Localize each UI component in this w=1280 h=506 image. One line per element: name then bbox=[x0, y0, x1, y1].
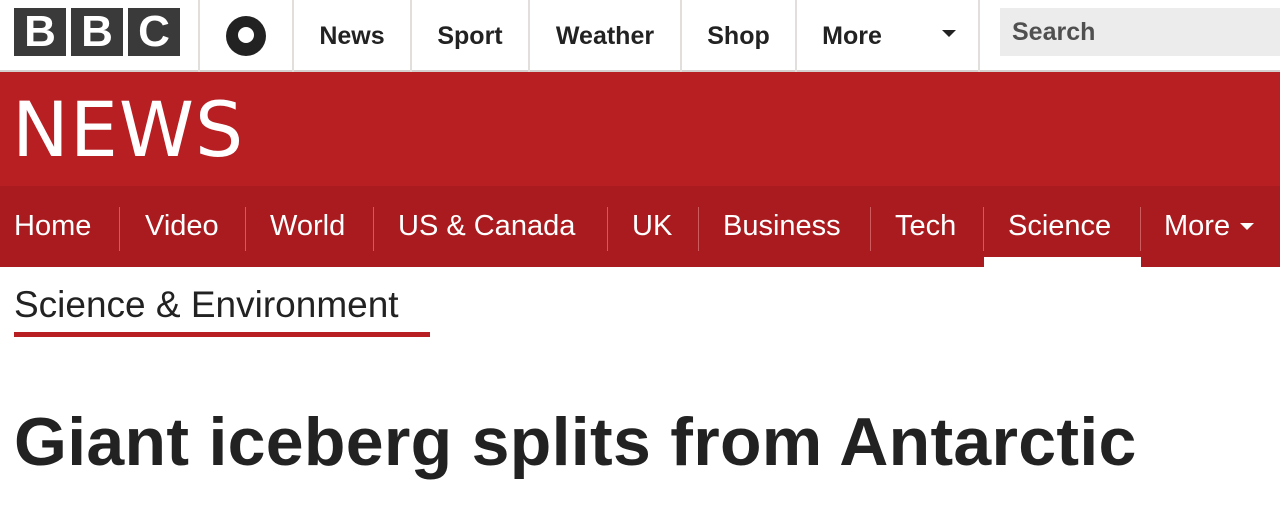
section-title[interactable]: Science & Environment bbox=[14, 284, 399, 326]
bbc-logo[interactable]: B B C bbox=[14, 8, 180, 56]
chevron-down-icon bbox=[1240, 223, 1255, 230]
nav-divider bbox=[983, 207, 984, 251]
user-account-icon bbox=[226, 16, 266, 56]
search-input[interactable]: Search bbox=[1000, 8, 1280, 56]
top-link-more[interactable]: More bbox=[797, 0, 907, 72]
nav-item-more[interactable]: More bbox=[1164, 186, 1255, 267]
chevron-down-icon[interactable] bbox=[942, 30, 956, 37]
bbc-logo-letter: C bbox=[128, 8, 180, 56]
top-link-weather[interactable]: Weather bbox=[530, 0, 680, 72]
bbc-global-header: B B C News Sport Weather Shop More Searc… bbox=[0, 0, 1280, 72]
nav-item-more-label: More bbox=[1164, 210, 1231, 242]
news-section-nav: Home Video World US & Canada UK Business… bbox=[0, 186, 1280, 267]
article-headline: Giant iceberg splits from Antarctic bbox=[14, 404, 1137, 480]
nav-item-video[interactable]: Video bbox=[145, 186, 219, 267]
nav-divider bbox=[119, 207, 120, 251]
nav-item-uk[interactable]: UK bbox=[632, 186, 672, 267]
nav-item-us-canada[interactable]: US & Canada bbox=[398, 186, 575, 267]
active-tab-indicator bbox=[984, 257, 1141, 267]
account-button[interactable] bbox=[200, 0, 292, 72]
nav-item-home[interactable]: Home bbox=[14, 186, 91, 267]
news-masthead: NEWS bbox=[0, 72, 1280, 186]
nav-divider bbox=[698, 207, 699, 251]
section-title-underline bbox=[14, 332, 430, 337]
top-link-shop[interactable]: Shop bbox=[682, 0, 795, 72]
nav-item-science[interactable]: Science bbox=[1008, 186, 1111, 267]
nav-item-world[interactable]: World bbox=[270, 186, 345, 267]
nav-item-tech[interactable]: Tech bbox=[895, 186, 956, 267]
bbc-logo-letter: B bbox=[14, 8, 66, 56]
nav-divider bbox=[245, 207, 246, 251]
nav-divider bbox=[1140, 207, 1141, 251]
divider bbox=[978, 0, 980, 72]
top-link-news[interactable]: News bbox=[294, 0, 410, 72]
nav-divider bbox=[607, 207, 608, 251]
bbc-logo-letter: B bbox=[71, 8, 123, 56]
nav-item-business[interactable]: Business bbox=[723, 186, 841, 267]
nav-divider bbox=[373, 207, 374, 251]
top-link-sport[interactable]: Sport bbox=[412, 0, 528, 72]
nav-divider bbox=[870, 207, 871, 251]
news-logo[interactable]: NEWS bbox=[12, 92, 244, 168]
